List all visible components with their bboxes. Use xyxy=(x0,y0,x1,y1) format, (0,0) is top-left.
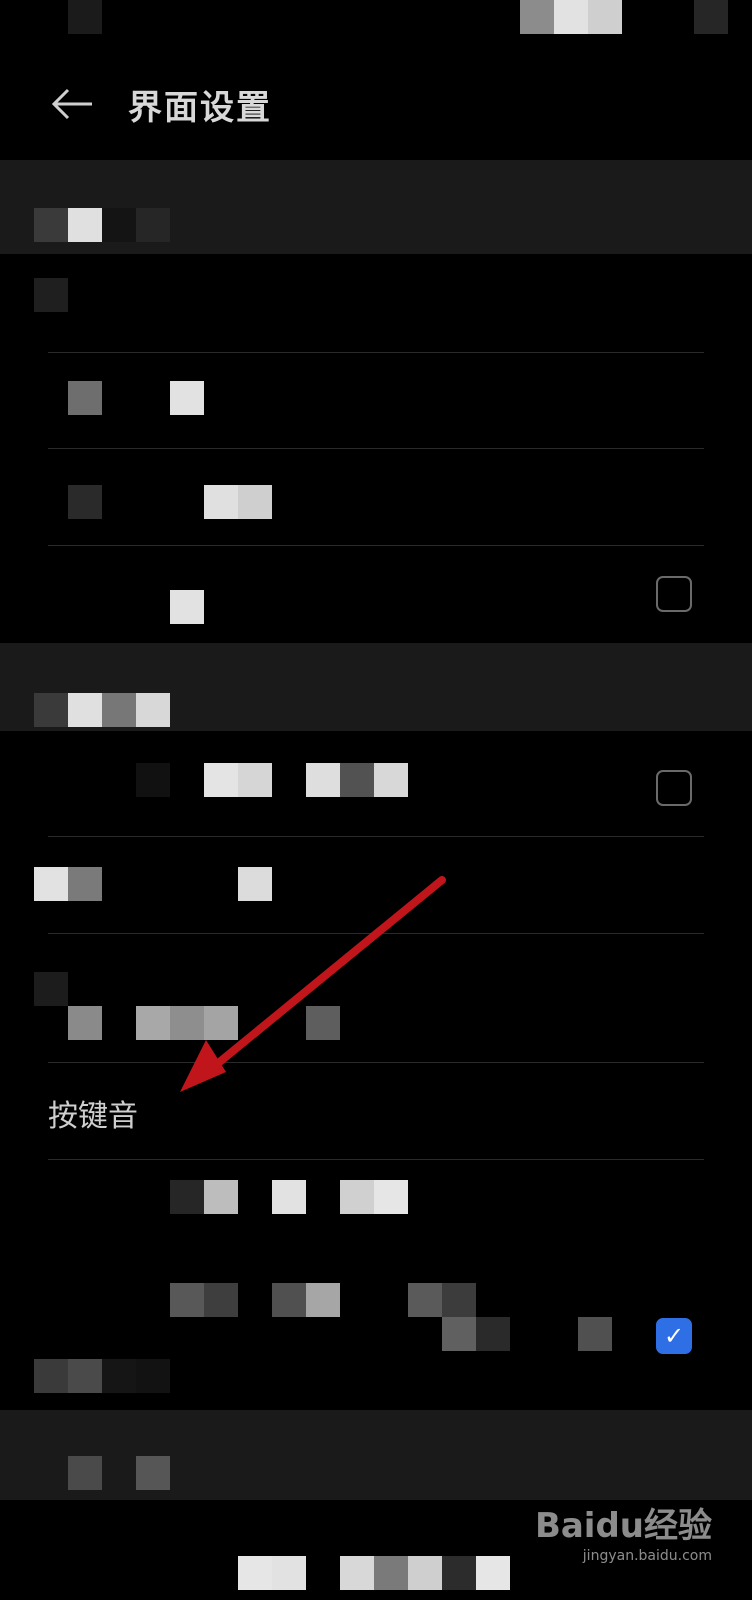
status-bar xyxy=(0,0,752,56)
settings-row-key-tone[interactable]: 按键音 xyxy=(0,1063,752,1159)
app-bar xyxy=(0,56,752,158)
watermark-logo: Baidu经验 xyxy=(534,1506,712,1546)
key-tone-label: 按键音 xyxy=(48,1099,138,1134)
settings-row[interactable] xyxy=(0,934,752,1062)
status-block xyxy=(588,0,622,34)
settings-row[interactable] xyxy=(0,353,752,448)
section-header xyxy=(0,1410,752,1500)
status-block xyxy=(554,0,588,34)
section-header xyxy=(0,160,752,254)
back-arrow-icon[interactable] xyxy=(48,84,96,124)
settings-row[interactable] xyxy=(0,1160,752,1258)
settings-row[interactable] xyxy=(0,731,752,836)
checkbox-icon[interactable] xyxy=(656,576,692,612)
settings-row[interactable] xyxy=(0,449,752,545)
settings-row[interactable] xyxy=(0,254,752,352)
checkbox-checked-icon[interactable] xyxy=(656,1318,692,1354)
status-block xyxy=(520,0,554,34)
checkbox-icon[interactable] xyxy=(656,770,692,806)
settings-row[interactable] xyxy=(0,546,752,642)
watermark-url: jingyan.baidu.com xyxy=(582,1548,712,1564)
status-block xyxy=(68,0,102,34)
status-block xyxy=(694,0,728,34)
page-title: 界面设置 xyxy=(128,88,272,128)
section-header xyxy=(0,643,752,731)
settings-row[interactable] xyxy=(0,1259,752,1393)
settings-row[interactable] xyxy=(0,837,752,933)
